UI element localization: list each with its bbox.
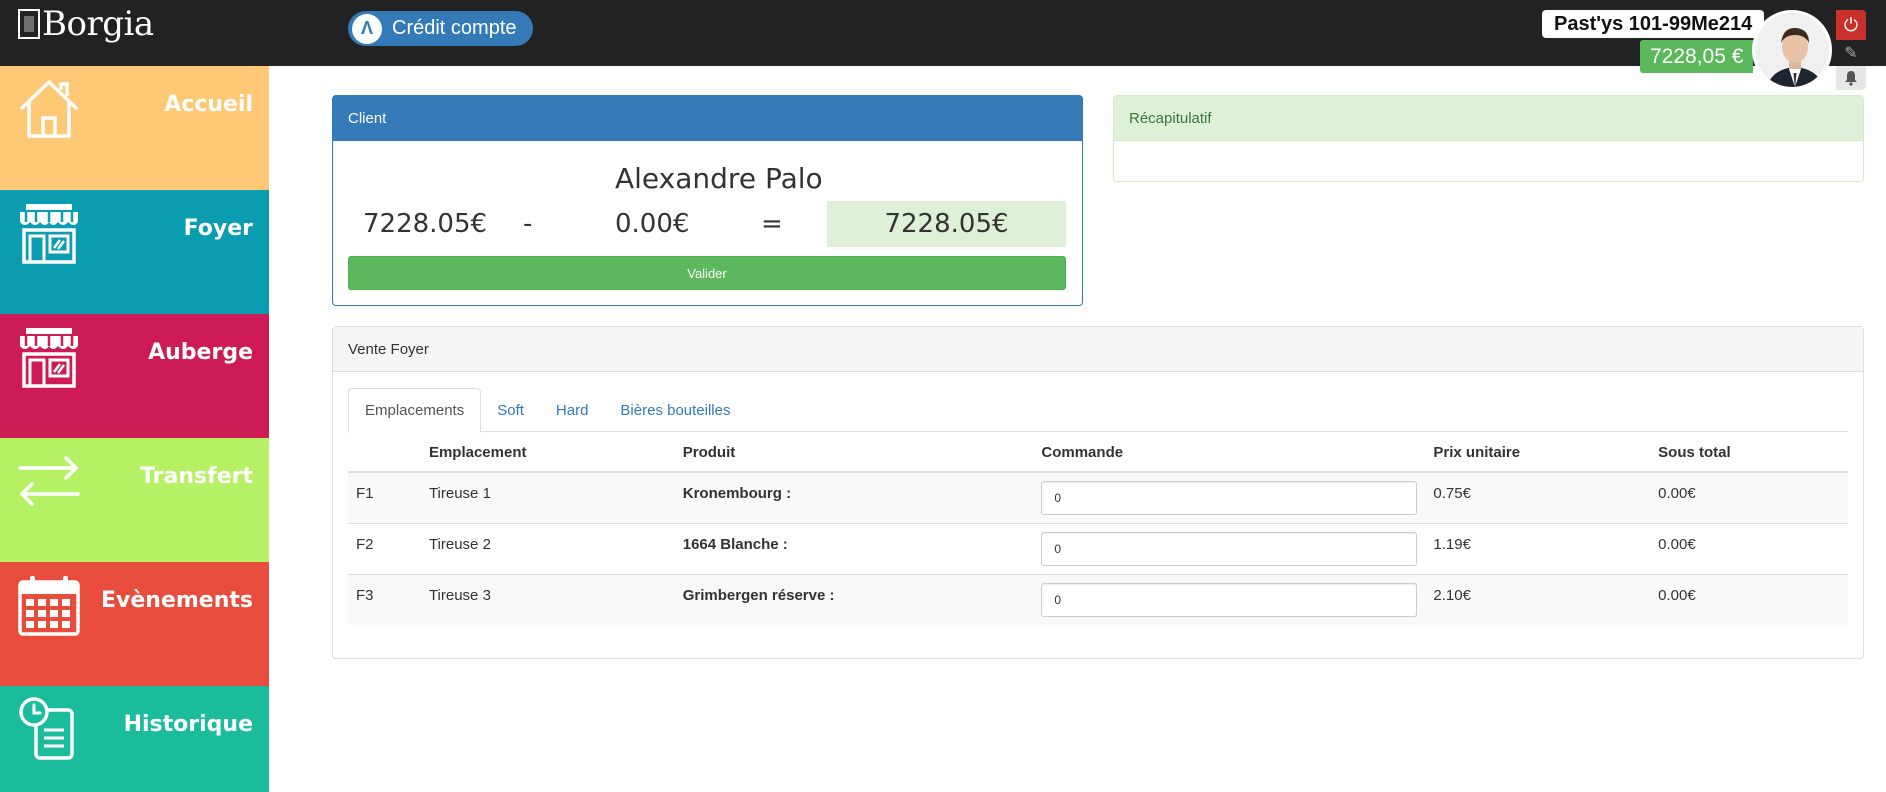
user-name[interactable]: Past'ys 101-99Me214 [1542,10,1765,38]
quantity-input[interactable] [1041,480,1418,515]
equals-sign: = [761,209,783,239]
row-code: F1 [348,471,421,523]
transfer-arrows-icon [18,456,80,506]
logout-button[interactable]: ⏻ [1836,10,1866,40]
shop-icon [20,204,78,264]
column-header-produit: Produit [674,433,1034,473]
sidebar-item-label: Accueil [164,92,253,117]
vente-panel-heading: Vente Foyer [333,327,1863,372]
debit-amount: 0.00€ [615,209,690,239]
power-icon: ⏻ [1843,14,1859,35]
tab-emplacements[interactable]: Emplacements [348,388,482,433]
sidebar-item-foyer[interactable]: Foyer [0,190,269,314]
row-sous-total: 0.00€ [1650,522,1848,574]
row-emplacement: Tireuse 2 [420,522,675,574]
row-prix: 2.10€ [1425,573,1651,625]
lydia-icon: Λ [352,13,382,44]
tab-soft[interactable]: Soft [481,388,540,432]
tab-bieres-bouteilles[interactable]: Bières bouteilles [604,388,746,432]
notifications-button[interactable] [1836,66,1866,90]
row-commande-cell [1033,573,1426,625]
logo-icon [18,9,40,39]
table-row: F2 Tireuse 2 1664 Blanche : 1.19€ 0.00€ [348,522,1848,574]
sidebar: Accueil Foyer Auberge Transfert Evènemen… [0,66,269,792]
sidebar-item-historique[interactable]: Historique [0,686,269,792]
avatar[interactable] [1752,10,1832,90]
validate-button[interactable]: Valider [348,256,1066,290]
edit-profile-button[interactable]: ✎ [1836,40,1866,66]
tab-hard[interactable]: Hard [540,388,605,432]
recap-panel-heading: Récapitulatif [1114,96,1863,141]
minus-sign: - [523,209,533,239]
sidebar-item-label: Evènements [101,588,253,613]
row-produit: Kronembourg : [674,471,1034,523]
row-emplacement: Tireuse 1 [420,471,675,523]
row-emplacement: Tireuse 3 [420,573,675,625]
column-header-commande: Commande [1033,433,1426,473]
row-sous-total: 0.00€ [1650,573,1848,625]
quantity-input[interactable] [1041,531,1418,566]
sidebar-item-accueil[interactable]: Accueil [0,66,269,190]
sidebar-item-evenements[interactable]: Evènements [0,562,269,686]
calendar-icon [18,576,80,636]
sidebar-item-label: Foyer [183,216,253,241]
home-icon [20,80,78,138]
sidebar-item-transfert[interactable]: Transfert [0,438,269,562]
row-produit: Grimbergen réserve : [674,573,1034,625]
shop-icon [20,328,78,388]
credit-account-label: Crédit compte [392,17,517,39]
client-panel: Client Alexandre Palo 7228.05€ - 0.00€ =… [332,95,1083,306]
sidebar-item-label: Auberge [148,340,253,365]
category-tabs: Emplacements Soft Hard Bières bouteilles [348,388,1848,433]
pencil-icon: ✎ [1844,45,1858,62]
logo-text: Borgia [42,4,154,44]
client-balance: 7228.05€ [363,209,488,239]
sidebar-item-label: Historique [123,712,253,737]
quantity-input[interactable] [1041,582,1418,617]
row-prix: 0.75€ [1425,471,1651,523]
table-row: F3 Tireuse 3 Grimbergen réserve : 2.10€ … [348,573,1848,625]
column-header-sous-total: Sous total [1650,433,1848,473]
table-row: F1 Tireuse 1 Kronembourg : 0.75€ 0.00€ [348,471,1848,523]
table-header-row: Emplacement Produit Commande Prix unitai… [348,433,1848,473]
user-balance-badge: 7228,05 € [1640,40,1754,73]
bell-icon [1845,71,1857,86]
column-header-code [348,433,421,473]
client-panel-heading: Client [333,96,1082,141]
top-navbar: Borgia Λ Crédit compte Past'ys 101-99Me2… [0,0,1886,90]
column-header-prix-unitaire: Prix unitaire [1425,433,1651,473]
row-code: F2 [348,522,421,574]
row-code: F3 [348,573,421,625]
row-commande-cell [1033,471,1426,523]
avatar-photo-icon [1755,13,1829,87]
credit-account-button[interactable]: Λ Crédit compte [348,11,533,46]
row-commande-cell [1033,522,1426,574]
products-table: Emplacement Produit Commande Prix unitai… [348,433,1848,625]
client-name: Alexandre Palo [615,162,823,195]
sidebar-item-label: Transfert [140,464,253,489]
vente-foyer-panel: Vente Foyer Emplacements Soft Hard Bière… [332,326,1864,659]
row-prix: 1.19€ [1425,522,1651,574]
sidebar-item-auberge[interactable]: Auberge [0,314,269,438]
new-balance: 7228.05€ [827,201,1066,247]
row-sous-total: 0.00€ [1650,471,1848,523]
column-header-emplacement: Emplacement [420,433,675,473]
row-produit: 1664 Blanche : [674,522,1034,574]
history-clock-icon [19,697,74,760]
recap-panel: Récapitulatif [1113,95,1864,182]
app-logo[interactable]: Borgia [18,4,154,44]
